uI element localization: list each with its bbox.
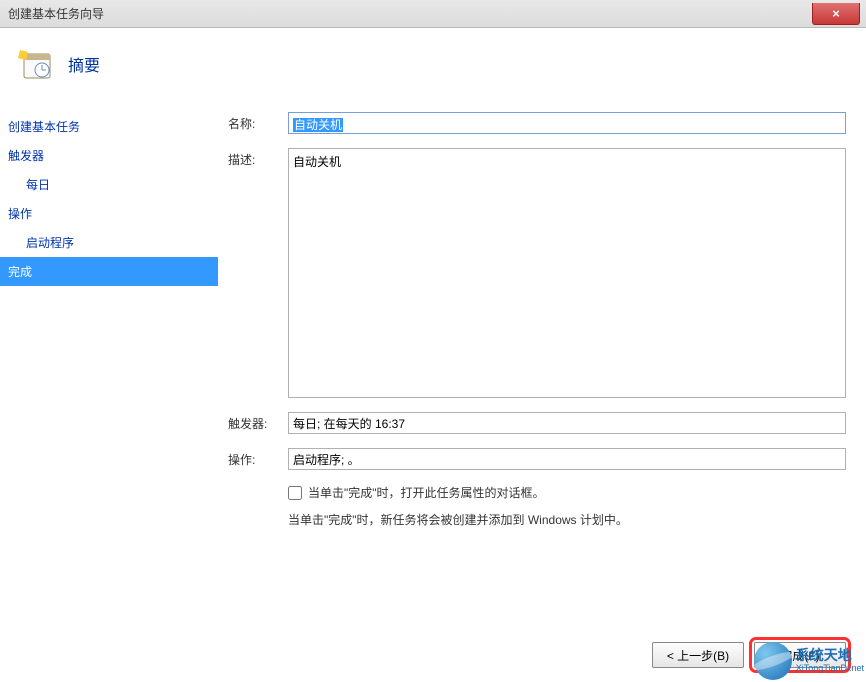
sidebar-item-trigger[interactable]: 触发器 (0, 141, 218, 170)
finish-button[interactable]: 完成(F) (754, 642, 846, 668)
titlebar: 创建基本任务向导 × (0, 0, 866, 28)
trigger-value (288, 412, 846, 434)
open-properties-checkbox[interactable] (288, 486, 302, 500)
back-button[interactable]: < 上一步(B) (652, 642, 744, 668)
content: 名称: 自动关机 描述: 触发器: 操作: 当单击"完成"时，打开此任务属性的对… (218, 112, 866, 634)
page-title: 摘要 (68, 52, 100, 76)
label-description: 描述: (228, 148, 288, 168)
wizard-body: 摘要 创建基本任务 触发器 每日 操作 启动程序 完成 名称: 自动关机 描述:… (0, 28, 866, 682)
sidebar-item-create-task[interactable]: 创建基本任务 (0, 112, 218, 141)
row-name: 名称: 自动关机 (228, 112, 846, 134)
label-name: 名称: (228, 112, 288, 132)
sidebar: 创建基本任务 触发器 每日 操作 启动程序 完成 (0, 112, 218, 634)
note-text: 当单击"完成"时，新任务将会被创建并添加到 Windows 计划中。 (288, 511, 846, 528)
row-checkbox: 当单击"完成"时，打开此任务属性的对话框。 (288, 484, 846, 501)
row-trigger: 触发器: (228, 412, 846, 434)
footer: < 上一步(B) 完成(F) (0, 634, 866, 682)
row-action: 操作: (228, 448, 846, 470)
close-icon: × (832, 6, 840, 21)
sidebar-item-daily[interactable]: 每日 (0, 170, 218, 199)
sidebar-item-finish[interactable]: 完成 (0, 257, 218, 286)
row-description: 描述: (228, 148, 846, 398)
close-button[interactable]: × (812, 3, 860, 25)
name-value: 自动关机 (293, 118, 343, 132)
window-title: 创建基本任务向导 (8, 5, 104, 22)
wizard-header: 摘要 (0, 28, 866, 112)
main-area: 创建基本任务 触发器 每日 操作 启动程序 完成 名称: 自动关机 描述: 触发… (0, 112, 866, 634)
name-input[interactable]: 自动关机 (288, 112, 846, 134)
open-properties-label: 当单击"完成"时，打开此任务属性的对话框。 (308, 484, 545, 501)
description-textarea[interactable] (288, 148, 846, 398)
label-trigger: 触发器: (228, 412, 288, 432)
schedule-icon (18, 46, 54, 82)
sidebar-item-start-program[interactable]: 启动程序 (0, 228, 218, 257)
label-action: 操作: (228, 448, 288, 468)
action-value (288, 448, 846, 470)
sidebar-item-action[interactable]: 操作 (0, 199, 218, 228)
